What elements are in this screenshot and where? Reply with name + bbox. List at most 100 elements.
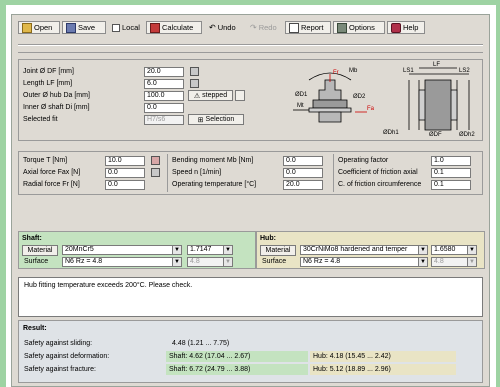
save-button[interactable]: Save [62, 21, 106, 34]
torque-input[interactable]: 10.0 [105, 156, 145, 166]
report-icon [289, 22, 299, 33]
operating-factor-label: Operating factor [338, 157, 389, 164]
hub-material-number: 1.6580 [434, 246, 456, 253]
fracture-hub-value: Hub: 5.12 (18.89 ... 2.96) [310, 364, 456, 375]
fracture-label: Safety against fracture: [24, 366, 96, 373]
torque-label: Torque T [Nm] [23, 157, 68, 164]
local-checkbox[interactable]: Local [108, 21, 144, 34]
hub-surface-select[interactable]: N6 Rz = 4.8 ▼ [300, 257, 428, 267]
length-input[interactable]: 6.0 [144, 79, 184, 89]
window-border-top [0, 0, 500, 5]
loads-divider-2 [333, 154, 334, 192]
bending-moment-input[interactable]: 0.0 [283, 156, 323, 166]
selection-icon: ⊞ [197, 116, 204, 124]
calculation-window: Open Save Local Calculate ↶ Undo ↷ Redo [11, 14, 490, 387]
axial-calc-button[interactable] [151, 168, 160, 177]
length-calc-button[interactable] [190, 79, 199, 88]
undo-label: Undo [217, 23, 236, 32]
undo-button[interactable]: ↶ Undo [205, 21, 245, 34]
fit-selection-button[interactable]: ⊞ Selection [188, 114, 244, 125]
chevron-down-icon: ▼ [467, 246, 476, 254]
shaft-title: Shaft: [22, 235, 42, 242]
outer-diameter-input[interactable]: 100.0 [144, 91, 184, 101]
report-button[interactable]: Report [285, 21, 331, 34]
selection-label: Selection [205, 116, 235, 123]
fracture-shaft-value: Shaft: 6.72 (24.79 ... 3.88) [166, 364, 308, 375]
folder-icon [22, 22, 32, 33]
stepped-options-button[interactable] [235, 90, 245, 101]
shaft-surface-select[interactable]: N6 Rz = 4.8 ▼ [62, 257, 182, 267]
ls1-label: LS1 [403, 68, 414, 74]
shaft-surface-value: N6 Rz = 4.8 [65, 258, 103, 265]
operating-temperature-input[interactable]: 20.0 [283, 180, 323, 190]
shaft-material-value: 20MnCr5 [65, 246, 94, 253]
fit-label: Selected fit [23, 116, 58, 123]
chevron-down-icon: ▼ [172, 246, 181, 254]
dh2-label: ØDh2 [459, 132, 475, 138]
window-border-left [0, 0, 6, 387]
deformation-hub-value: Hub: 4.18 (15.45 ... 2.42) [310, 351, 456, 362]
chevron-down-icon: ▼ [418, 246, 427, 254]
hub-material-button[interactable]: Material [260, 245, 296, 256]
speed-input[interactable]: 0.0 [283, 168, 323, 178]
help-icon [391, 22, 401, 33]
hub-material-value: 30CrNiMo8 hardened and temper [303, 246, 408, 253]
calculator-icon [150, 22, 160, 33]
calculate-button[interactable]: Calculate [146, 21, 202, 34]
sliding-value: 4.48 (1.21 ... 7.75) [172, 340, 230, 347]
result-panel: Result: Safety against sliding: 4.48 (1.… [18, 320, 483, 383]
save-icon [66, 22, 76, 33]
radial-force-input[interactable]: 0.0 [105, 180, 145, 190]
joint-label: Joint Ø DF [mm] [23, 68, 74, 75]
shaft-panel: Shaft: Material 20MnCr5 ▼ 1.7147 ▼ Surfa… [18, 231, 256, 269]
checkbox-icon [112, 23, 120, 32]
axial-force-input[interactable]: 0.0 [105, 168, 145, 178]
options-icon [337, 22, 347, 33]
mb-label: Mb [349, 68, 358, 74]
hub-material-button-label: Material [265, 247, 291, 254]
shaft-material-number: 1.7147 [190, 246, 212, 253]
hub-material-select[interactable]: 30CrNiMo8 hardened and temper ▼ [300, 245, 428, 255]
operating-factor-input[interactable]: 1.0 [431, 156, 471, 166]
df-label: ØDF [429, 132, 442, 138]
outer-diameter-label: Outer Ø hub Da [mm] [23, 92, 90, 99]
d1-label: ØD1 [295, 92, 308, 98]
friction-axial-label: Coefficient of friction axial [338, 169, 418, 176]
joint-calc-button[interactable] [190, 67, 199, 76]
friction-circumference-input[interactable]: 0.1 [431, 180, 471, 190]
redo-button[interactable]: ↷ Redo [246, 21, 284, 34]
hub-material-number-select[interactable]: 1.6580 ▼ [431, 245, 477, 255]
hub-surface-value: N6 Rz = 4.8 [303, 258, 341, 265]
dh1-label: ØDh1 [383, 130, 399, 136]
message-text: Hub fitting temperature exceeds 200°C. P… [24, 282, 193, 289]
stepped-button[interactable]: ⚠ stepped [188, 90, 233, 101]
hub-title: Hub: [260, 235, 276, 242]
chevron-down-icon: ▼ [172, 258, 181, 266]
radial-force-label: Radial force Fr [N] [23, 181, 80, 188]
calculate-label: Calculate [162, 23, 194, 32]
help-button[interactable]: Help [387, 21, 425, 34]
shaft-material-number-select[interactable]: 1.7147 ▼ [187, 245, 233, 255]
lf-label: LF [433, 62, 440, 68]
friction-axial-input[interactable]: 0.1 [431, 168, 471, 178]
options-button[interactable]: Options [333, 21, 385, 34]
d2-label: ØD2 [353, 94, 366, 100]
stepped-icon: ⚠ [193, 92, 201, 100]
redo-icon: ↷ [250, 23, 257, 32]
message-box[interactable]: Hub fitting temperature exceeds 200°C. P… [18, 277, 483, 317]
inner-diameter-input[interactable]: 0.0 [144, 103, 184, 113]
shaft-material-button[interactable]: Material [22, 245, 58, 256]
toolbar: Open Save Local Calculate ↶ Undo ↷ Redo [12, 15, 489, 40]
report-label: Report [301, 23, 324, 32]
joint-diameter-input[interactable]: 20.0 [144, 67, 184, 77]
chevron-down-icon: ▼ [223, 258, 232, 266]
local-label: Local [122, 23, 140, 32]
result-title: Result: [23, 325, 47, 332]
mt-label: Mt [297, 103, 304, 109]
torque-calc-button[interactable] [151, 156, 160, 165]
toolbar-separator-highlight [18, 45, 483, 46]
shaft-surface-rz: 4.8 [190, 258, 200, 265]
shaft-material-select[interactable]: 20MnCr5 ▼ [62, 245, 182, 255]
open-button[interactable]: Open [18, 21, 60, 34]
application-frame: Open Save Local Calculate ↶ Undo ↷ Redo [0, 0, 500, 387]
